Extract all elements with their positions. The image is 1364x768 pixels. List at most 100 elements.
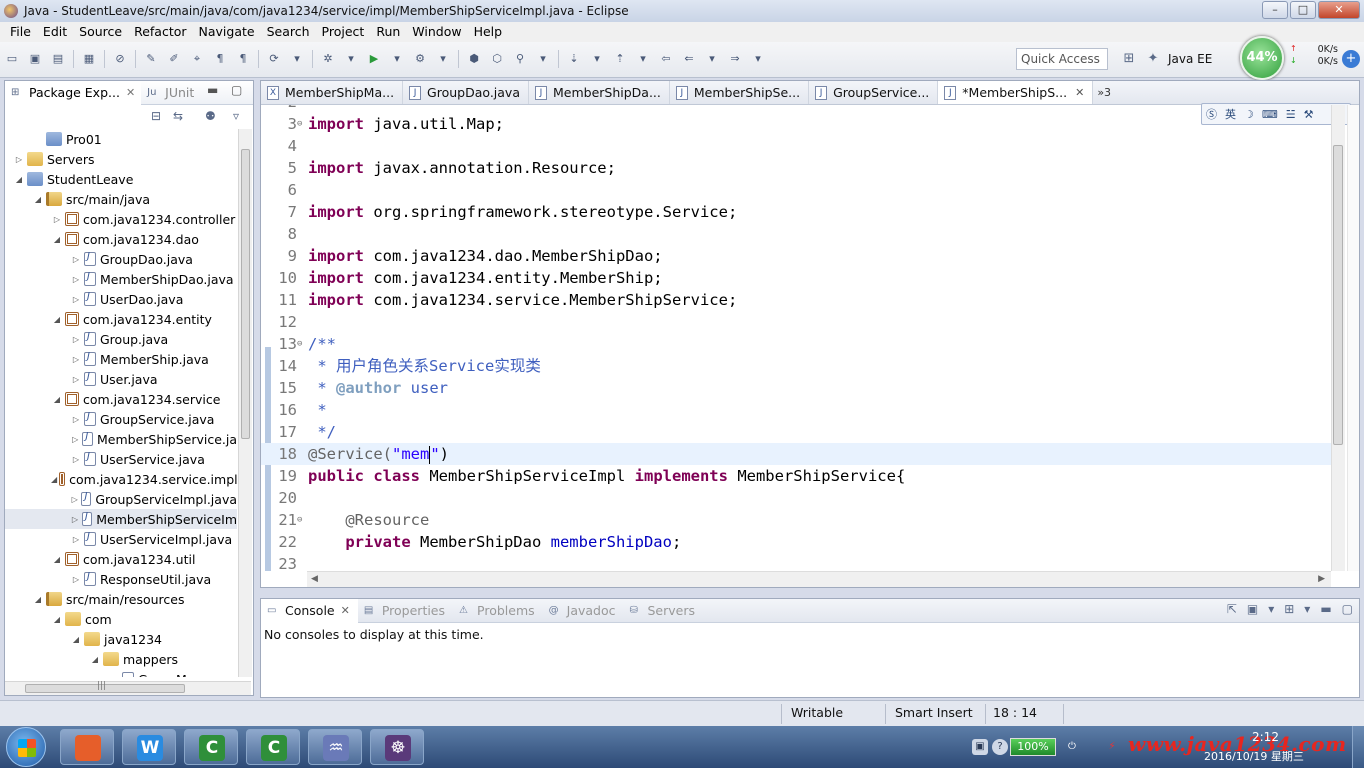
code-line[interactable]: 2 (261, 105, 1331, 113)
cpu-percent[interactable]: 44% (1240, 36, 1284, 80)
menu-source[interactable]: Source (73, 22, 128, 42)
last-edit-icon[interactable]: ⇦ (658, 51, 674, 67)
editor-tab[interactable]: J GroupDao.java (403, 81, 529, 104)
show-whitespace-icon[interactable]: ¶ (212, 51, 228, 67)
dropdown-arrow-icon[interactable]: ▾ (435, 51, 451, 67)
code-line[interactable]: 6 (261, 179, 1331, 201)
tab-javadoc[interactable]: @ Javadoc (543, 599, 624, 623)
code-line[interactable]: 10 import com.java1234.entity.MemberShip; (261, 267, 1331, 289)
battery-indicator[interactable]: 100% (1010, 738, 1056, 756)
back-icon[interactable]: ⇐ (681, 51, 697, 67)
minimize-button[interactable]: – (1262, 1, 1288, 19)
fold-toggle-icon[interactable]: ⊖ (297, 333, 302, 355)
tree-item[interactable]: Pro01 (5, 129, 237, 149)
taskbar-app-camtasia-1[interactable]: C (184, 729, 238, 765)
tree-item[interactable]: ◢ com.java1234.service (5, 389, 237, 409)
expand-toggle-icon[interactable]: ◢ (51, 475, 57, 484)
highlight-icon[interactable]: ✐ (166, 51, 182, 67)
taskbar-app-mysql[interactable]: ♒ (308, 729, 362, 765)
close-icon[interactable]: ✕ (126, 86, 135, 99)
maximize-button[interactable]: □ (1290, 1, 1316, 19)
expand-toggle-icon[interactable]: ▷ (70, 335, 82, 344)
tree-item[interactable]: ▷ MemberShip.java (5, 349, 237, 369)
code-line[interactable]: 18 @Service("mem") (261, 443, 1331, 465)
new-server-icon[interactable]: ⬢ (466, 51, 482, 67)
editor-tab[interactable]: J *MemberShipS... ✕ (938, 81, 1094, 104)
scroll-left-icon[interactable]: ◀ (311, 574, 318, 584)
tab-junit[interactable]: Ju JUnit (141, 81, 200, 105)
plus-icon[interactable]: + (1342, 50, 1360, 68)
tree-item[interactable]: ◢ mappers (5, 649, 237, 669)
tree-horizontal-scrollbar[interactable]: ||| (5, 681, 251, 695)
focus-task-icon[interactable]: ⚉ (205, 109, 216, 123)
tree-item[interactable]: ▷ MemberShipDao.java (5, 269, 237, 289)
cursor-position[interactable]: 18 : 14 (993, 705, 1037, 720)
debug-icon[interactable]: ✲ (320, 51, 336, 67)
save-all-icon[interactable]: ▤ (50, 51, 66, 67)
fold-toggle-icon[interactable]: ⊖ (297, 509, 302, 531)
expand-toggle-icon[interactable]: ▷ (70, 355, 82, 364)
editor-tab[interactable]: J GroupService... (809, 81, 939, 104)
expand-toggle-icon[interactable]: ▷ (70, 275, 82, 284)
tree-item[interactable]: ◢ com (5, 609, 237, 629)
forward-icon[interactable]: ⇒ (727, 51, 743, 67)
menu-project[interactable]: Project (316, 22, 371, 42)
code-line[interactable]: 12 (261, 311, 1331, 333)
dropdown-arrow-icon[interactable]: ▾ (535, 51, 551, 67)
code-line[interactable]: 23 (261, 553, 1331, 571)
tree-item[interactable]: ◢ java1234 (5, 629, 237, 649)
view-menu-icon[interactable]: ▾ (1304, 602, 1310, 616)
expand-toggle-icon[interactable]: ◢ (32, 195, 44, 204)
dropdown-arrow-icon[interactable]: ▾ (635, 51, 651, 67)
expand-toggle-icon[interactable]: ▷ (70, 495, 79, 504)
expand-toggle-icon[interactable]: ◢ (51, 395, 63, 404)
scroll-thumb[interactable] (241, 149, 250, 439)
expand-toggle-icon[interactable]: ◢ (51, 615, 63, 624)
code-line[interactable]: 13 ⊖ /** (261, 333, 1331, 355)
editor-tab[interactable]: J MemberShipDa... (529, 81, 670, 104)
expand-toggle-icon[interactable]: ▷ (51, 215, 63, 224)
tree-item[interactable]: ◢ com.java1234.dao (5, 229, 237, 249)
search-icon[interactable]: ⚲ (512, 51, 528, 67)
dropdown-arrow-icon[interactable]: ▾ (389, 51, 405, 67)
expand-toggle-icon[interactable]: ▷ (70, 455, 82, 464)
editor-tab[interactable]: J MemberShipSe... (670, 81, 810, 104)
expand-toggle-icon[interactable]: ▷ (70, 295, 82, 304)
code-line[interactable]: 20 (261, 487, 1331, 509)
tree-item[interactable]: ▷ UserDao.java (5, 289, 237, 309)
tree-item[interactable]: ◢ StudentLeave (5, 169, 237, 189)
run-icon[interactable]: ▶ (366, 51, 382, 67)
expand-toggle-icon[interactable]: ▷ (70, 375, 82, 384)
maximize-view-icon[interactable]: ▢ (1342, 602, 1353, 616)
new-icon[interactable]: ▭ (4, 51, 20, 67)
open-console-icon[interactable]: ⊞ (1284, 602, 1294, 616)
close-icon[interactable]: ✕ (341, 604, 350, 617)
expand-toggle-icon[interactable]: ◢ (51, 315, 63, 324)
code-area[interactable]: 23⊖import java.util.Map;45import javax.a… (261, 105, 1331, 571)
code-line[interactable]: 11 import com.java1234.service.MemberShip… (261, 289, 1331, 311)
toggle-mark-icon[interactable]: ✎ (143, 51, 159, 67)
tree-item[interactable]: ▷ UserService.java (5, 449, 237, 469)
expand-toggle-icon[interactable]: ◢ (32, 595, 44, 604)
code-line[interactable]: 19 public class MemberShipServiceImpl imp… (261, 465, 1331, 487)
start-button[interactable] (6, 727, 46, 767)
code-line[interactable]: 15 * @author user (261, 377, 1331, 399)
network-icon[interactable]: ⚡ (1104, 739, 1120, 755)
dropdown-arrow-icon[interactable]: ▾ (289, 51, 305, 67)
terminal-icon[interactable]: ▦ (81, 51, 97, 67)
tree-item[interactable]: ◢ com.java1234.util (5, 549, 237, 569)
pilcrow-icon[interactable]: ¶ (235, 51, 251, 67)
collapse-all-icon[interactable]: ⊟ (151, 109, 161, 123)
menu-help[interactable]: Help (468, 22, 509, 42)
dropdown-arrow-icon[interactable]: ▾ (704, 51, 720, 67)
taskbar-app-eclipse[interactable]: ☸ (370, 729, 424, 765)
next-annotation-icon[interactable]: ⇣ (566, 51, 582, 67)
expand-toggle-icon[interactable]: ▷ (70, 575, 82, 584)
menu-refactor[interactable]: Refactor (128, 22, 192, 42)
tab-package-explorer[interactable]: ⊞ Package Exp... ✕ (5, 80, 142, 105)
tree-item[interactable]: ▷ UserServiceImpl.java (5, 529, 237, 549)
tray-help-icon[interactable]: ? (992, 739, 1008, 755)
tree-item[interactable]: ▷ MemberShipServiceIm (5, 509, 237, 529)
tree-item[interactable]: ▷ com.java1234.controller (5, 209, 237, 229)
dropdown-arrow-icon[interactable]: ▾ (589, 51, 605, 67)
